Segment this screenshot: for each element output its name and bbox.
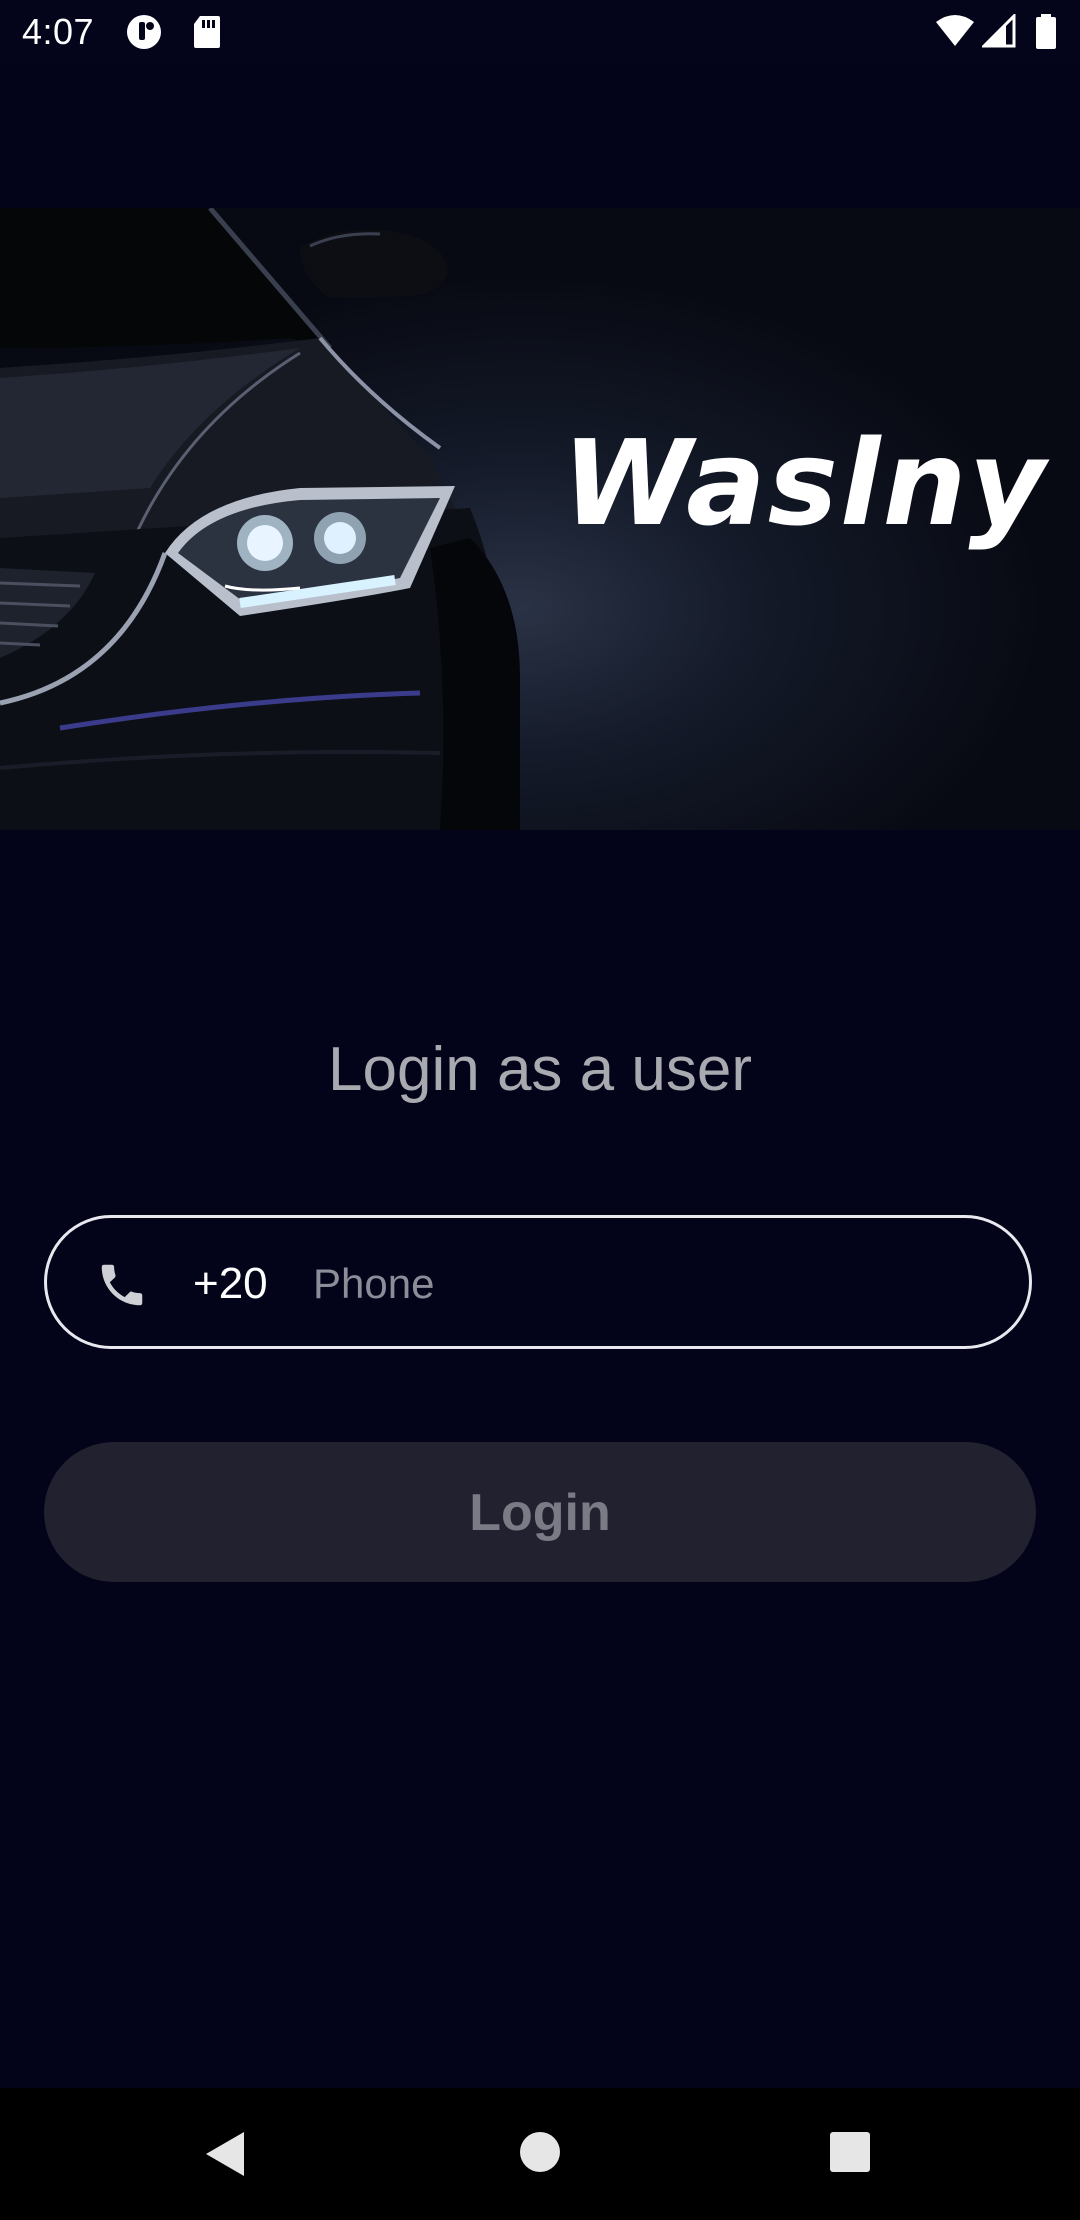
phone-field[interactable]: +20 [44,1215,1032,1349]
phone-input[interactable] [313,1246,993,1322]
recents-icon[interactable] [828,2130,872,2179]
hero-banner: Waslny [0,208,1080,830]
login-heading: Login as a user [328,1035,752,1104]
phone-icon [95,1258,149,1317]
login-button[interactable]: Login [44,1442,1036,1582]
sd-card-icon [192,14,222,55]
home-icon[interactable] [518,2130,562,2179]
brand-logo-text: Waslny [562,414,1048,552]
wifi-icon [935,14,975,53]
login-screen: 4:07 Waslny Login as a user +20 Phone Lo… [0,0,1080,2220]
notification-icon [126,14,166,55]
cell-signal-icon [980,12,1018,53]
status-bar: 4:07 [0,0,1080,63]
back-icon[interactable] [204,2130,248,2183]
country-code[interactable]: +20 [193,1258,268,1310]
navigation-bar [0,2088,1080,2220]
status-time: 4:07 [22,11,95,52]
battery-icon [1035,14,1057,55]
